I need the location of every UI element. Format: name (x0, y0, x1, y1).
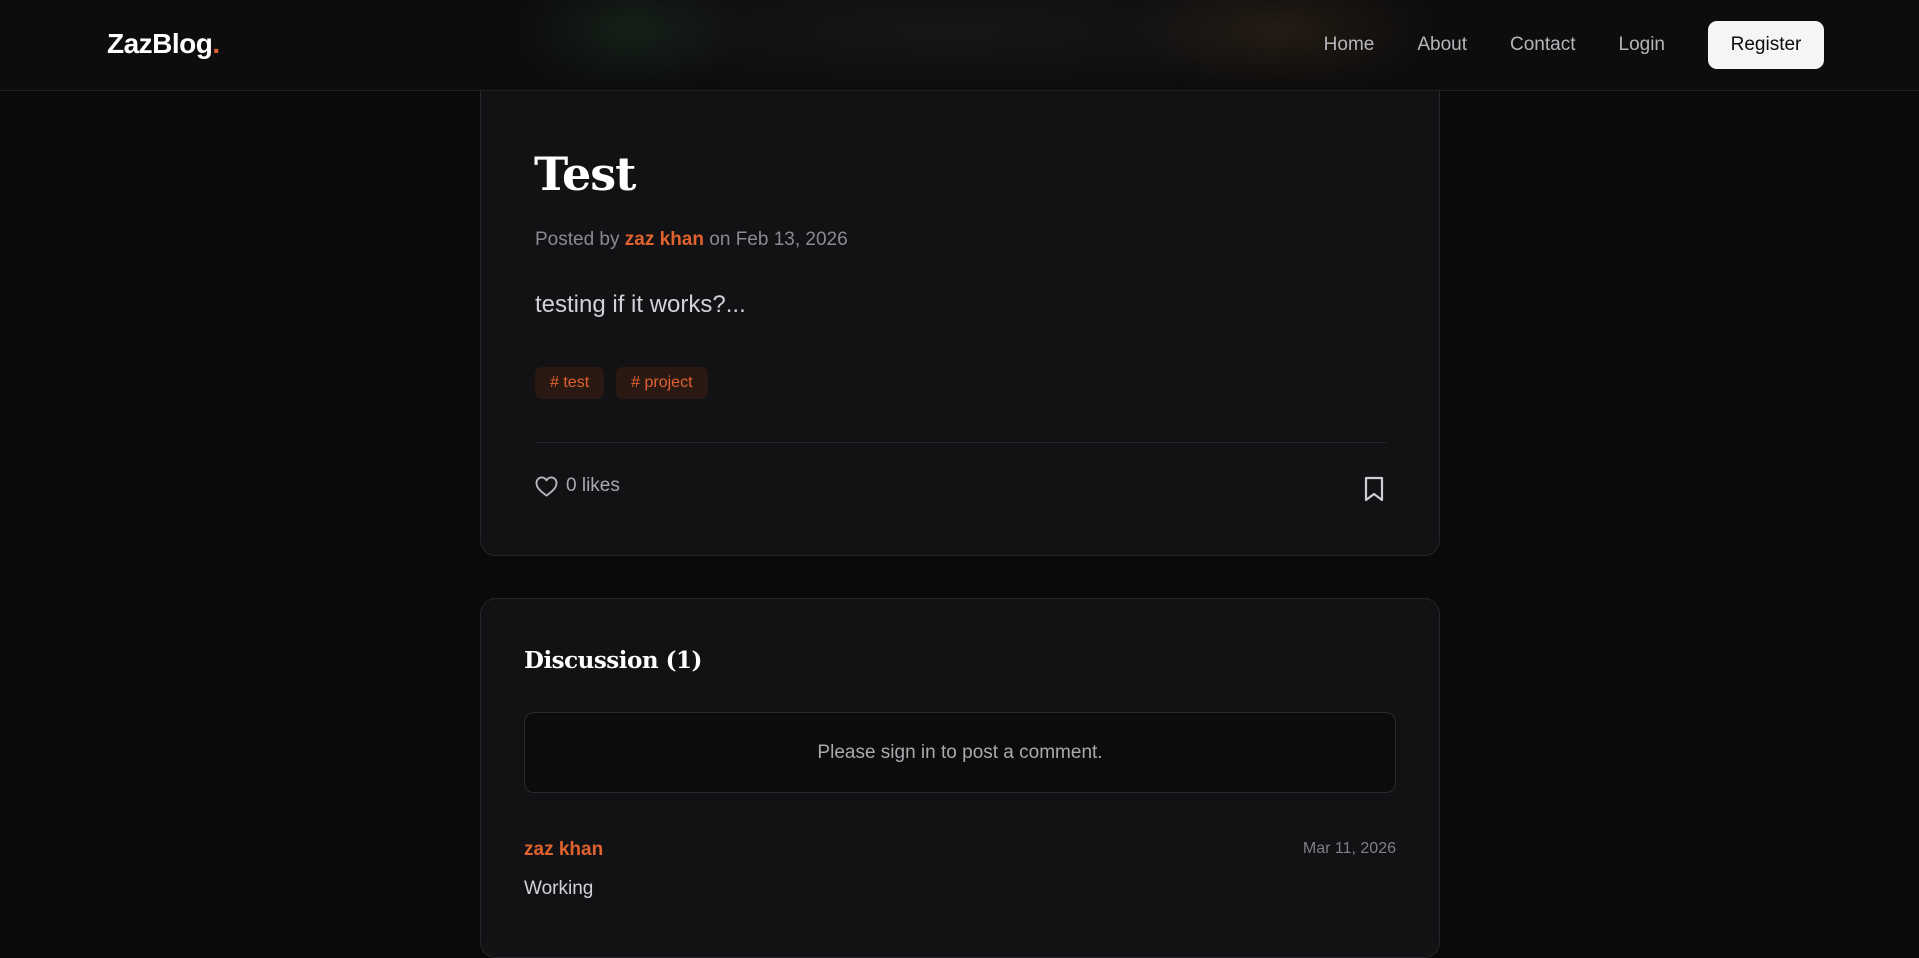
post-card: Test Posted by zaz khan on Feb 13, 2026 … (480, 50, 1440, 556)
post-tags: # test # project (535, 367, 720, 399)
logo-text: ZazBlog (107, 28, 213, 59)
post-meta-on: on (709, 229, 731, 250)
like-button[interactable]: 0 likes (535, 475, 620, 497)
bookmark-icon (1364, 476, 1384, 502)
post-divider (535, 442, 1386, 443)
bookmark-button[interactable] (1364, 476, 1384, 502)
nav-link-about[interactable]: About (1417, 34, 1467, 56)
post-author-link[interactable]: zaz khan (625, 229, 704, 250)
discussion-title: Discussion (1) (524, 647, 702, 674)
tag-project[interactable]: # project (616, 367, 708, 399)
post-body: testing if it works?... (535, 291, 746, 318)
nav-link-login[interactable]: Login (1619, 34, 1666, 56)
post-meta: Posted by zaz khan on Feb 13, 2026 (535, 229, 848, 251)
comment-text: Working (524, 878, 594, 899)
top-navbar: ZazBlog. Home About Contact Login Regist… (0, 0, 1919, 91)
heart-icon (535, 475, 558, 497)
site-logo[interactable]: ZazBlog. (107, 28, 220, 60)
comment-author[interactable]: zaz khan (524, 839, 603, 861)
signin-prompt-box: Please sign in to post a comment. (524, 712, 1396, 793)
post-date: Feb 13, 2026 (735, 229, 848, 250)
discussion-card: Discussion (1) Please sign in to post a … (480, 598, 1440, 958)
post-title: Test (534, 147, 636, 201)
comment-date: Mar 11, 2026 (1302, 840, 1396, 857)
tag-test[interactable]: # test (535, 367, 605, 399)
nav-link-contact[interactable]: Contact (1510, 34, 1575, 56)
likes-count: 0 likes (566, 475, 620, 496)
logo-dot: . (212, 28, 220, 59)
signin-prompt-text: Please sign in to post a comment. (817, 741, 1103, 763)
nav-links: Home About Contact Login Register (1281, 21, 1824, 69)
register-button[interactable]: Register (1708, 21, 1824, 69)
nav-link-home[interactable]: Home (1324, 34, 1375, 56)
post-meta-prefix: Posted by (535, 229, 620, 250)
